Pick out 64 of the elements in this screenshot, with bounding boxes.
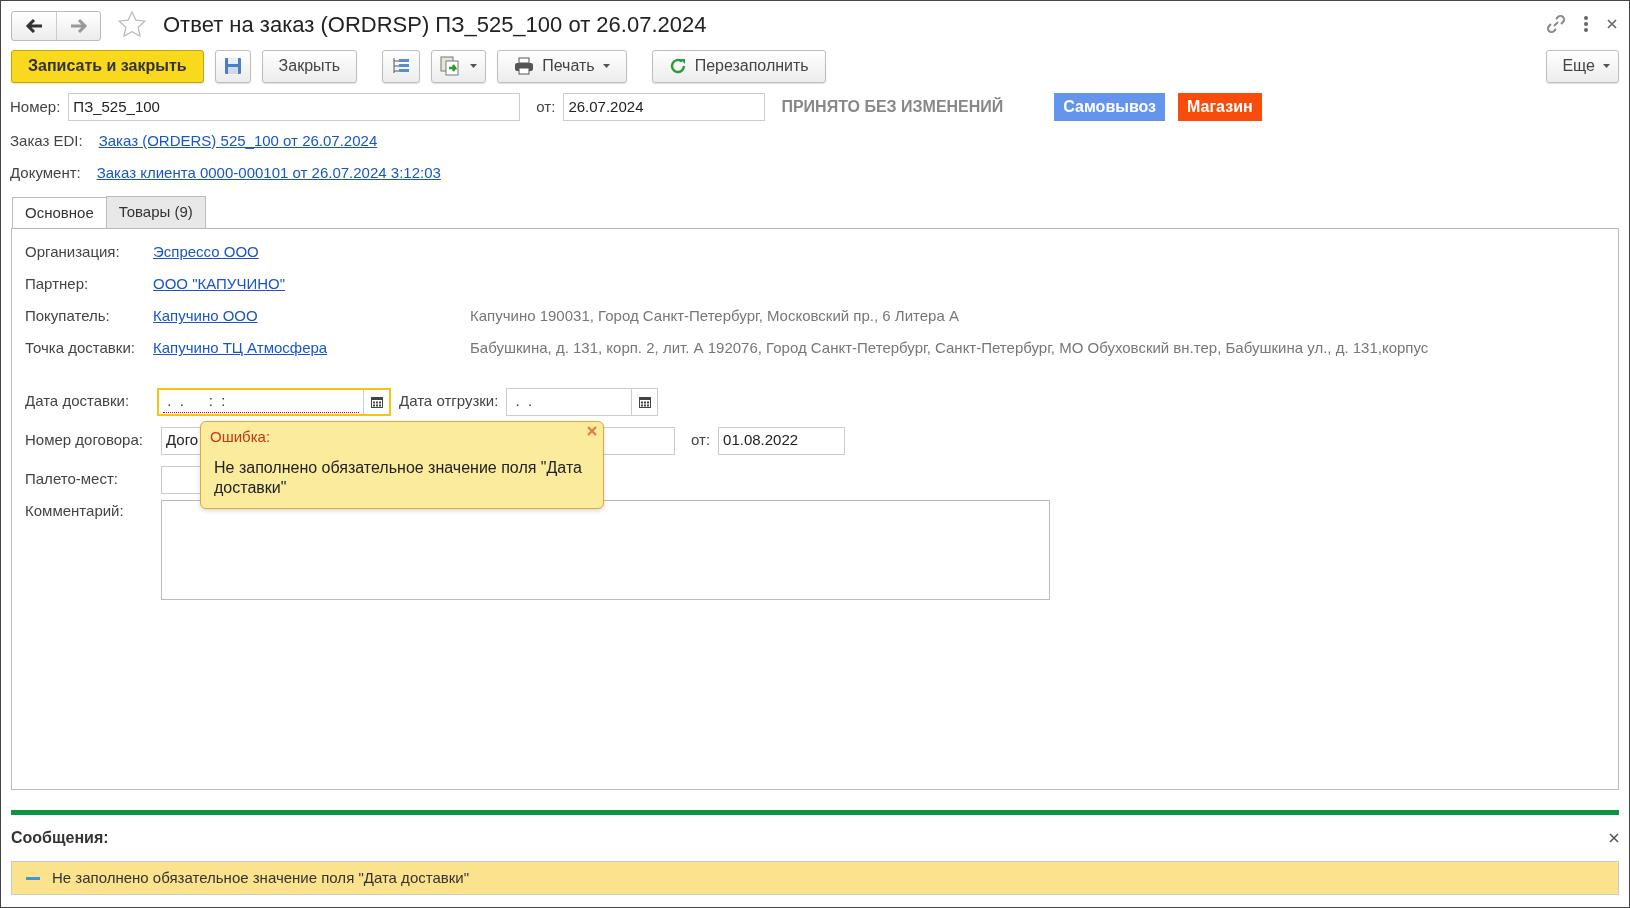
tab[interactable]: Основное [12, 197, 107, 229]
tree-list-icon [391, 57, 412, 75]
close-button[interactable] [587, 425, 597, 436]
tab[interactable]: Товары (9) [105, 196, 206, 228]
error-title: Ошибка: [210, 426, 272, 447]
caret-icon [470, 64, 478, 68]
close-icon[interactable] [1605, 17, 1619, 31]
link-icon[interactable] [1545, 13, 1567, 35]
field-label: Комментарий: [25, 500, 125, 521]
close-icon [587, 425, 597, 436]
caret-icon [602, 64, 610, 68]
window-title: Ответ на заказ (ORDRSP) ПЗ_525_100 от 26.07.2024 [163, 10, 707, 39]
party-link[interactable]: ООО "КАПУЧИНО" [153, 273, 285, 296]
more-button[interactable]: Еще [1546, 49, 1619, 83]
date-input-field[interactable]: . . [506, 387, 659, 416]
field-label: Документ: [10, 162, 81, 183]
field-label: Покупатель: [25, 306, 111, 327]
save-and-close-button[interactable]: Записать и закрыть [11, 49, 204, 83]
structure-button[interactable] [382, 49, 421, 83]
close-button[interactable]: Закрыть [261, 49, 358, 83]
date-label: от: [536, 96, 556, 117]
contract-date-field[interactable]: 01.08.2022 [718, 426, 846, 455]
left-arrow-icon [25, 19, 43, 33]
address-text: Капучино 190031, Город Санкт-Петербург, Московский пр., 6 Литера А [470, 306, 959, 327]
number-label: Номер: [10, 96, 61, 117]
tag: Магазин [1178, 93, 1262, 121]
tag: Самовывоз [1054, 93, 1166, 121]
date-field[interactable]: 26.07.2024 [563, 93, 766, 121]
close-icon[interactable] [1609, 833, 1619, 843]
field-label: Номер договора: [25, 430, 144, 451]
address-text: Бабушкина, д. 131, корп. 2, лит. А 192076, Город Санкт-Петербург, Санкт-Петербург, МО Обуховский вн.тер, Бабушкина ул., д. 131,корпус [470, 338, 1429, 359]
field-label: Точка доставки: [25, 338, 136, 359]
field-label: Дата доставки: [25, 391, 131, 412]
favorite-star-icon[interactable] [117, 10, 147, 38]
field-label: Дата отгрузки: [399, 391, 499, 412]
print-button[interactable]: Печать [497, 49, 627, 83]
message-row[interactable]: Не заполнено обязательное значение поля "Дата доставки" [11, 861, 1619, 895]
party-link[interactable]: Капучино ООО [153, 305, 258, 328]
party-link[interactable]: Капучино ТЦ Атмосфера [153, 337, 328, 360]
printer-icon [514, 57, 535, 75]
message-text: Не заполнено обязательное значение поля "Дата доставки" [52, 867, 469, 888]
messages-title: Сообщения: [11, 828, 109, 848]
error-message: Не заполнено обязательное значение поля "Дата доставки" [214, 458, 583, 498]
right-arrow-icon [69, 19, 88, 33]
dash-icon [26, 876, 40, 880]
related-documents-button[interactable] [431, 49, 487, 83]
document-link[interactable]: Заказ клиента 0000-000101 от 26.07.2024 3:12:03 [96, 161, 441, 184]
document-link[interactable]: Заказ (ORDERS) 525_100 от 26.07.2024 [98, 130, 378, 153]
caret-icon [1603, 64, 1610, 68]
refresh-icon [668, 57, 687, 75]
calendar-icon [638, 395, 651, 408]
field-label: Организация: [25, 242, 121, 263]
field-label: от: [691, 430, 711, 451]
refill-button[interactable]: Перезаполнить [651, 49, 826, 83]
number-field[interactable]: ПЗ_525_100 [68, 93, 521, 121]
field-label: Палето-мест: [25, 469, 119, 490]
save-button[interactable] [214, 49, 251, 83]
field-label: Заказ EDI: [10, 131, 83, 151]
more-icon[interactable] [1583, 15, 1589, 33]
party-link[interactable]: Эспрессо ООО [153, 241, 259, 264]
calendar-icon [370, 395, 383, 408]
status-text: ПРИНЯТО БЕЗ ИЗМЕНЕНИЙ [781, 96, 1004, 117]
field-label: Партнер: [25, 274, 90, 295]
date-input-field[interactable]: . . : : [157, 387, 391, 416]
